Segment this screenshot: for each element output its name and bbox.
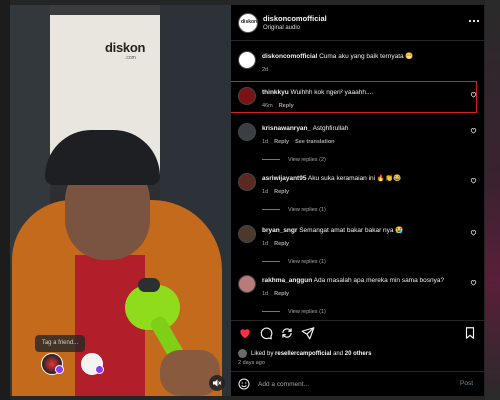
post-header: diskon diskoncomofficial Original audio bbox=[231, 5, 484, 41]
heart-filled-icon[interactable] bbox=[238, 326, 252, 340]
comment-body: Ada masalah apa mereka min sama bosnya? bbox=[313, 277, 445, 284]
comment-meta: 1d Reply bbox=[262, 189, 295, 195]
comments-list[interactable]: diskoncomofficial Cuma aku yang baik ter… bbox=[231, 41, 484, 320]
reply-button[interactable]: Reply bbox=[274, 139, 289, 145]
view-replies-button[interactable]: View replies (2) bbox=[262, 157, 326, 163]
bookmark-icon[interactable] bbox=[463, 326, 477, 340]
comments-panel: diskon diskoncomofficial Original audio … bbox=[231, 5, 484, 396]
divider bbox=[262, 159, 280, 161]
comment-body: Cuma aku yang baik ternyata 😁 bbox=[319, 53, 414, 60]
video-brand-logo-sub: .com bbox=[125, 55, 136, 61]
view-replies-label: View replies (1) bbox=[288, 259, 326, 265]
reply-button[interactable]: Reply bbox=[279, 103, 294, 109]
see-translation-button[interactable]: See translation bbox=[295, 139, 334, 145]
commenter-username[interactable]: krisnawanryan_ bbox=[262, 125, 311, 132]
repost-icon[interactable] bbox=[280, 326, 294, 340]
comment-icon[interactable] bbox=[259, 326, 273, 340]
comment-text: krisnawanryan_ Astghfirullah bbox=[262, 124, 462, 133]
comment-text: diskoncomofficial Cuma aku yang baik ter… bbox=[262, 52, 462, 61]
backdrop bbox=[0, 0, 10, 400]
view-replies-label: View replies (1) bbox=[288, 207, 326, 213]
backdrop bbox=[485, 0, 500, 400]
like-comment-icon[interactable] bbox=[470, 127, 477, 134]
comment-meta: 1d Reply bbox=[262, 291, 295, 297]
likes-prefix: Liked by bbox=[251, 350, 274, 357]
comment-meta: 1d Reply bbox=[262, 241, 295, 247]
commenter-username[interactable]: diskoncomofficial bbox=[262, 53, 317, 60]
likes-others[interactable]: 20 others bbox=[345, 351, 372, 357]
comment-body: Wuihhh kok ngeri² yaaahh.... bbox=[290, 89, 374, 96]
view-replies-button[interactable]: View replies (1) bbox=[262, 309, 326, 315]
liker-username[interactable]: resellercampofficial bbox=[275, 351, 331, 357]
view-replies-label: View replies (2) bbox=[288, 157, 326, 163]
author-avatar-logo: diskon bbox=[241, 19, 258, 25]
like-comment-icon[interactable] bbox=[470, 177, 477, 184]
comment-time: 1d bbox=[262, 291, 269, 297]
comment-text: rakhma_anggun Ada masalah apa mereka min… bbox=[262, 276, 462, 285]
like-comment-icon[interactable] bbox=[470, 91, 477, 98]
commenter-username[interactable]: thinkkyu bbox=[262, 89, 289, 96]
post-time: 2 days ago bbox=[238, 360, 265, 366]
comment-time: 2d bbox=[262, 67, 269, 73]
commenter-avatar[interactable] bbox=[238, 225, 256, 243]
comment-input[interactable] bbox=[258, 377, 438, 391]
comment-body: Aku suka keramaian ini 🔥👏😂 bbox=[307, 175, 402, 182]
comment-text: bryan_sngr Semangat amat bakar bakar nya… bbox=[262, 226, 462, 235]
divider bbox=[262, 261, 280, 263]
liker-avatar bbox=[238, 349, 247, 358]
reply-button[interactable]: Reply bbox=[274, 189, 289, 195]
add-comment-bar: Post bbox=[231, 371, 484, 396]
share-icon[interactable] bbox=[301, 326, 315, 340]
commenter-avatar[interactable] bbox=[238, 123, 256, 141]
video-object bbox=[138, 278, 160, 292]
commenter-username[interactable]: bryan_sngr bbox=[262, 227, 297, 234]
comment-meta: 1d Reply See translation bbox=[262, 139, 341, 145]
comment-time: 1d bbox=[262, 139, 269, 145]
view-replies-button[interactable]: View replies (1) bbox=[262, 207, 326, 213]
view-replies-button[interactable]: View replies (1) bbox=[262, 259, 326, 265]
comment-text: thinkkyu Wuihhh kok ngeri² yaaahh.... bbox=[262, 88, 462, 97]
like-comment-icon[interactable] bbox=[470, 229, 477, 236]
commenter-username[interactable]: rakhma_anggun bbox=[262, 277, 312, 284]
tag-badge-icon bbox=[55, 365, 64, 374]
commenter-avatar[interactable] bbox=[238, 51, 256, 69]
comment-time: 1d bbox=[262, 189, 269, 195]
commenter-avatar[interactable] bbox=[238, 173, 256, 191]
comment-meta: 46m Reply bbox=[262, 103, 300, 109]
comment-time: 46m bbox=[262, 103, 273, 109]
video-brand-logo: diskon bbox=[105, 40, 146, 55]
view-replies-label: View replies (1) bbox=[288, 309, 326, 315]
commenter-avatar[interactable] bbox=[238, 275, 256, 293]
comment-body: Semangat amat bakar bakar nya 😭 bbox=[299, 227, 404, 234]
post-modal: diskon .com Tag a friend... diskon disko… bbox=[10, 5, 484, 396]
reply-button[interactable]: Reply bbox=[274, 241, 289, 247]
comment-meta: 2d bbox=[262, 67, 274, 73]
divider bbox=[262, 311, 280, 313]
comment-text: asriwijayant95 Aku suka keramaian ini 🔥👏… bbox=[262, 174, 462, 183]
author-avatar[interactable]: diskon bbox=[238, 13, 258, 33]
mute-button[interactable] bbox=[209, 375, 225, 391]
more-options-icon[interactable] bbox=[468, 17, 480, 25]
like-comment-icon[interactable] bbox=[470, 279, 477, 286]
reply-button[interactable]: Reply bbox=[274, 291, 289, 297]
speaker-muted-icon bbox=[213, 379, 222, 387]
comment-time: 1d bbox=[262, 241, 269, 247]
tag-badge-icon bbox=[95, 365, 104, 374]
post-video[interactable]: diskon .com Tag a friend... bbox=[10, 5, 231, 396]
emoji-icon[interactable] bbox=[238, 378, 250, 390]
post-button[interactable]: Post bbox=[460, 380, 473, 387]
likes-and: and bbox=[333, 350, 344, 357]
audio-label[interactable]: Original audio bbox=[263, 25, 300, 31]
likes-summary[interactable]: Liked by resellercampofficial and 20 oth… bbox=[238, 349, 371, 358]
commenter-avatar[interactable] bbox=[238, 87, 256, 105]
divider bbox=[262, 209, 280, 211]
tag-friend-tooltip: Tag a friend... bbox=[35, 335, 85, 352]
post-actions: Liked by resellercampofficial and 20 oth… bbox=[231, 320, 484, 371]
commenter-username[interactable]: asriwijayant95 bbox=[262, 175, 306, 182]
author-username[interactable]: diskoncomofficial bbox=[263, 14, 327, 23]
comment-body: Astghfirullah bbox=[312, 125, 349, 132]
